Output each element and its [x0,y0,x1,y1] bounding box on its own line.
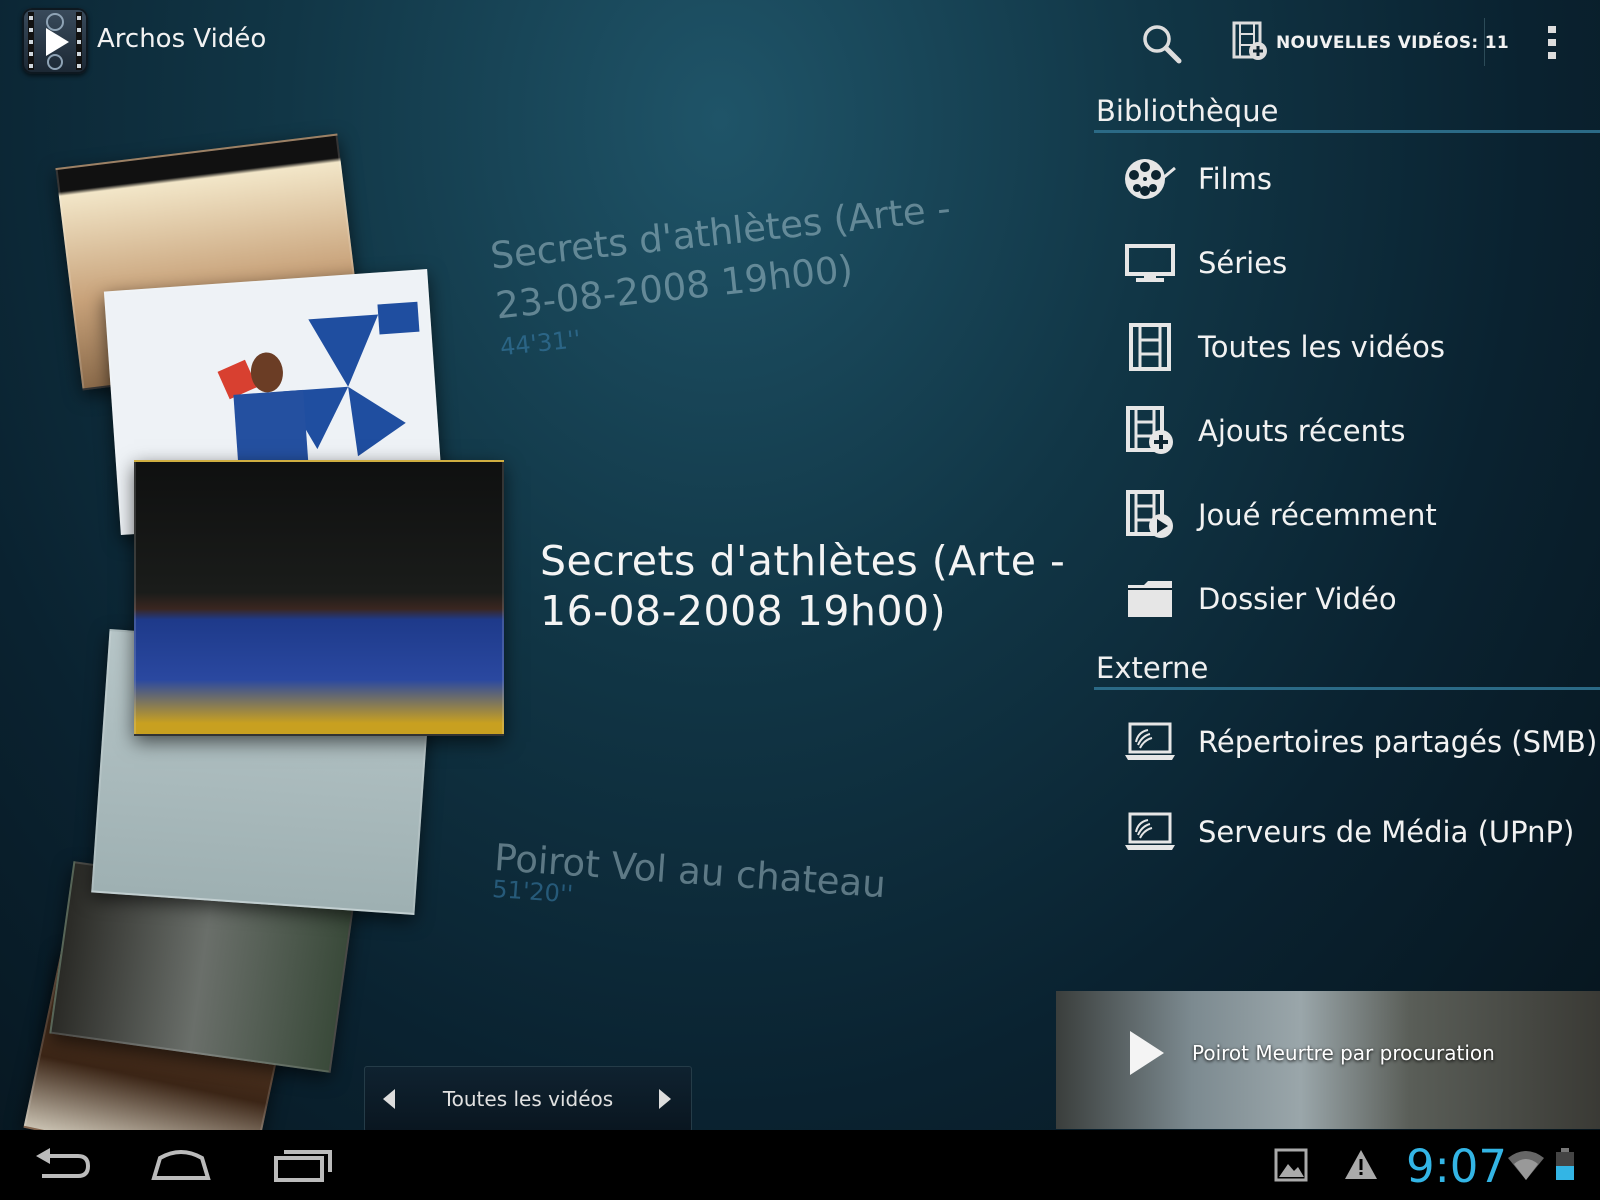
battery-icon [1554,1142,1580,1188]
current-title-line1: Secrets d'athlètes (Arte - [540,537,1066,585]
film-reel-icon [1122,151,1178,207]
menu-item-label: Séries [1198,246,1288,280]
cover-thumbnail-current[interactable] [134,460,504,736]
menu-item-smb[interactable]: Répertoires partagés (SMB) [1094,694,1600,790]
new-videos-label: NOUVELLES VIDÉOS: 11 [1276,33,1509,53]
menu-item-label: Toutes les vidéos [1198,330,1445,364]
system-navigation-bar: 9:07 [0,1130,1600,1200]
carousel-title-previous[interactable]: Secrets d'athlètes (Arte - 23-08-2008 19… [488,184,961,362]
menu-item-series[interactable]: Séries [1094,221,1600,305]
action-bar: Archos Vidéo NOUVELLES VIDÉOS: 11 [0,0,1600,86]
play-icon[interactable] [1126,1029,1166,1081]
actionbar-divider [1484,18,1485,66]
menu-item-label: Joué récemment [1198,498,1437,532]
section-header-external: Externe [1094,643,1600,690]
menu-item-all-videos[interactable]: Toutes les vidéos [1094,305,1600,389]
back-icon[interactable] [28,1142,98,1188]
menu-item-label: Ajouts récents [1198,414,1406,448]
carousel-title-current[interactable]: Secrets d'athlètes (Arte - 16-08-2008 19… [540,536,1065,636]
current-title-line2: 16-08-2008 19h00) [540,587,947,635]
film-add-icon [1232,21,1268,65]
app-title: Archos Vidéo [97,24,267,54]
chevron-right-icon[interactable] [657,1087,673,1115]
folder-icon [1122,571,1178,627]
new-videos-button[interactable]: NOUVELLES VIDÉOS: 11 [1232,20,1509,66]
clock[interactable]: 9:07 [1406,1140,1507,1193]
menu-item-recent-additions[interactable]: Ajouts récents [1094,389,1600,473]
home-icon[interactable] [146,1142,216,1188]
overflow-menu-icon[interactable] [1540,22,1564,64]
warning-icon[interactable] [1344,1142,1380,1188]
gallery-notification-icon[interactable] [1274,1142,1310,1188]
menu-item-label: Répertoires partagés (SMB) [1198,725,1598,759]
cover-carousel[interactable] [0,120,520,1177]
category-label: Toutes les vidéos [442,1087,614,1111]
film-play-icon [1122,487,1178,543]
tv-monitor-icon [1122,235,1178,291]
laptop-network-icon [1122,714,1178,770]
archos-video-icon[interactable] [22,8,88,74]
menu-item-recently-played[interactable]: Joué récemment [1094,473,1600,557]
wifi-icon [1506,1142,1546,1188]
menu-item-films[interactable]: Films [1094,137,1600,221]
carousel-title-next[interactable]: Poirot Vol au chateau 51'20'' [491,836,887,930]
search-icon[interactable] [1140,22,1184,66]
section-header-library: Bibliothèque [1094,86,1600,133]
menu-item-upnp[interactable]: Serveurs de Média (UPnP) [1094,790,1600,874]
laptop-network-icon [1122,804,1178,860]
menu-item-label: Serveurs de Média (UPnP) [1198,815,1575,849]
category-selector[interactable]: Toutes les vidéos [364,1066,692,1132]
film-add-icon [1122,403,1178,459]
menu-item-label: Films [1198,162,1273,196]
menu-item-video-folder[interactable]: Dossier Vidéo [1094,557,1600,641]
menu-item-label: Dossier Vidéo [1198,582,1397,616]
now-playing-title: Poirot Meurtre par procuration [1192,1041,1495,1065]
now-playing-preview[interactable]: Poirot Meurtre par procuration [1056,991,1600,1129]
recent-apps-icon[interactable] [268,1142,338,1188]
film-strip-icon [1122,319,1178,375]
library-panel: Bibliothèque Films Séries Toutes les vid… [1094,86,1600,874]
